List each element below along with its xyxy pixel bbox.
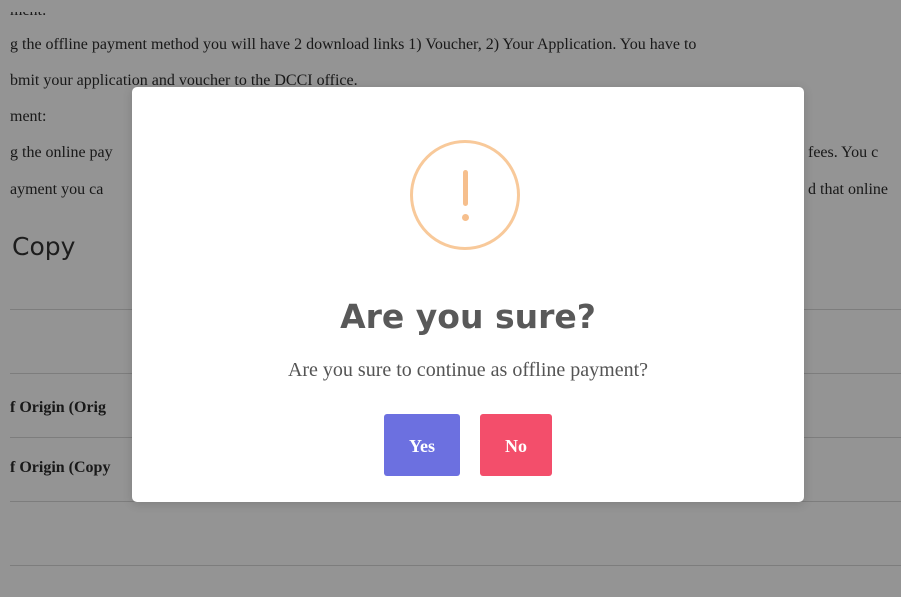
exclamation-bar — [462, 170, 468, 206]
dialog-title: Are you sure? — [340, 297, 596, 336]
yes-button[interactable]: Yes — [384, 414, 460, 476]
exclamation-dot — [461, 214, 469, 221]
no-button[interactable]: No — [480, 414, 552, 476]
warning-exclamation-icon — [410, 140, 520, 250]
confirm-dialog: Are you sure? Are you sure to continue a… — [132, 87, 804, 502]
dialog-message: Are you sure to continue as offline paym… — [287, 359, 649, 381]
